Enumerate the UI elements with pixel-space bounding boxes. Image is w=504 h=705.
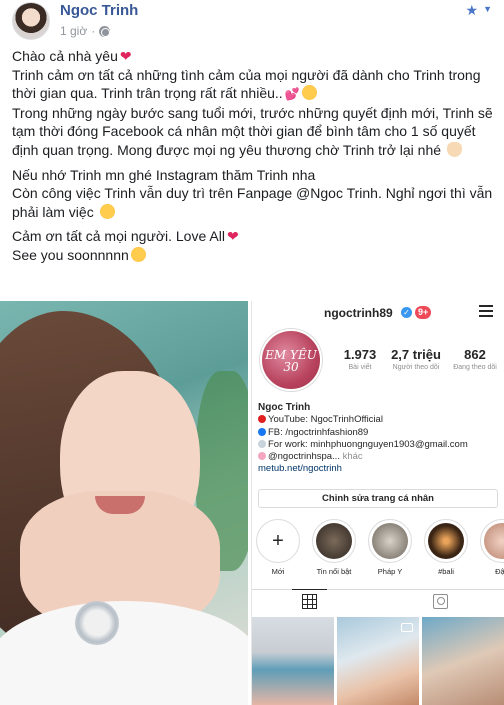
highlight-label: Đập <box>495 567 504 576</box>
bio-work-text: For work: minhphuongnguyen1903@gmail.com <box>268 438 468 450</box>
highlight-thumb <box>428 523 464 559</box>
bio-mention: @ngoctrinhspa... khác <box>258 451 503 463</box>
highlight-dep[interactable]: Đập <box>478 519 504 576</box>
post-time[interactable]: 1 giờ <box>60 24 87 38</box>
stat-posts[interactable]: 1.973 Bài viết <box>336 347 384 371</box>
paragraph-2: Nếu nhớ Trinh mn ghé Instagram thăm Trin… <box>12 166 496 222</box>
profile-tabs <box>252 589 504 615</box>
bio-youtube: YouTube: NgocTrinhOfficial <box>258 414 503 426</box>
thanks-line: Trinh cảm ơn tất cả những tình cảm của m… <box>12 66 481 102</box>
love-line: Cảm ơn tất cả mọi người. Love All <box>12 228 225 245</box>
highlight-label: #bali <box>438 567 454 576</box>
red-circle-icon <box>258 415 266 424</box>
highlight-label: Tin nổi bật <box>316 567 352 576</box>
stat-posts-count: 1.973 <box>343 347 377 362</box>
tagged-icon[interactable] <box>433 594 448 609</box>
stat-following-count: 862 <box>464 347 486 362</box>
grid-icon[interactable] <box>302 594 317 609</box>
stat-posts-label: Bài viết <box>348 364 372 371</box>
bio-mention-text[interactable]: @ngoctrinhspa... <box>268 451 340 462</box>
bio-website[interactable]: metub.net/ngoctrinh <box>258 463 503 475</box>
bio-facebook: FB: /ngoctrinhfashion89 <box>258 427 503 439</box>
highlight-phap-y[interactable]: Pháp Y <box>366 519 414 576</box>
stat-followers-count: 2,7 triệu <box>391 347 441 362</box>
active-tab-indicator <box>292 589 327 590</box>
ig-avatar-label: EM YÊU 30 <box>265 348 317 374</box>
stat-followers-label: Người theo dõi <box>392 364 440 371</box>
instagram-screenshot[interactable]: ngoctrinh89 ✓ 9+ EM YÊU 30 1.973 Bài viế… <box>251 301 504 705</box>
instagram-line: Nếu nhớ Trinh mn ghé Instagram thăm Trin… <box>12 166 316 183</box>
see-you-line: See you soonnnnn <box>12 246 129 263</box>
stat-following-label: Đang theo dõi <box>453 364 497 371</box>
announcement-line: Trong những ngày bước sang tuổi mới, trư… <box>12 104 493 158</box>
menu-icon[interactable] <box>479 305 493 317</box>
heart-emoji-icon: ❤ <box>119 48 132 64</box>
highlight-featured[interactable]: Tin nổi bật <box>310 519 358 576</box>
notification-badge[interactable]: 9+ <box>415 306 432 319</box>
author-avatar[interactable] <box>12 2 50 40</box>
bio-fb-text: FB: /ngoctrinhfashion89 <box>268 426 369 438</box>
shirt-shape <box>0 601 248 705</box>
chevron-down-icon[interactable]: ▼ <box>483 4 492 14</box>
paragraph-3: Cảm ơn tất cả mọi người. Love All ❤ See y… <box>12 227 496 264</box>
bio-more-link[interactable]: khác <box>343 451 363 462</box>
globe-icon[interactable] <box>99 25 111 37</box>
ig-profile-avatar[interactable]: EM YÊU 30 <box>260 329 322 391</box>
laughing-emoji-icon <box>99 203 115 219</box>
bio-work: For work: minhphuongnguyen1903@gmail.com <box>258 439 503 451</box>
kiss-emoji-icon <box>130 246 146 262</box>
portrait-photo[interactable] <box>0 301 248 705</box>
highlight-thumb <box>372 523 408 559</box>
plus-icon: + <box>272 530 284 552</box>
highlight-new[interactable]: + Mới <box>254 519 302 576</box>
post-meta: 1 giờ · <box>60 24 111 38</box>
ig-top-bar: ngoctrinh89 ✓ 9+ <box>252 301 504 325</box>
post-thumbnail[interactable] <box>252 617 334 705</box>
stat-followers[interactable]: 2,7 triệu Người theo dõi <box>386 347 446 371</box>
verified-icon: ✓ <box>401 307 412 318</box>
stat-following[interactable]: 862 Đang theo dõi <box>448 347 502 371</box>
white-circle-icon <box>258 439 266 448</box>
bio-name: Ngoc Trinh <box>258 402 311 413</box>
wink-kiss-emoji-icon <box>301 85 317 101</box>
dot-separator: · <box>91 24 96 38</box>
post-thumbnail[interactable] <box>337 617 419 705</box>
highlight-label: Mới <box>271 567 285 576</box>
posts-grid <box>252 617 504 705</box>
post-thumbnail[interactable] <box>422 617 504 705</box>
highlight-thumb <box>316 523 352 559</box>
blue-circle-icon <box>258 427 266 436</box>
post-header: Ngoc Trinh 1 giờ · ★ ▼ <box>10 2 500 40</box>
highlight-label: Pháp Y <box>377 567 403 576</box>
author-name[interactable]: Ngoc Trinh <box>60 2 138 19</box>
bio-youtube-text: YouTube: NgocTrinhOfficial <box>268 414 383 426</box>
star-icon[interactable]: ★ <box>465 2 478 19</box>
edit-profile-button[interactable]: Chỉnh sửa trang cá nhân <box>258 489 498 508</box>
flower-icon <box>258 452 266 461</box>
ig-username: ngoctrinh89 <box>324 306 393 320</box>
ig-bio: Ngoc Trinh YouTube: NgocTrinhOfficial FB… <box>258 402 503 476</box>
fanpage-line: Còn công việc Trinh vẫn duy trì trên Fan… <box>12 185 493 220</box>
ok-hand-emoji-icon <box>446 141 462 157</box>
post-body: Chào cả nhà yêu ❤ Trinh cảm ơn tất cả nhữ… <box>12 47 496 271</box>
story-highlights: + Mới Tin nổi bật Pháp Y #bali Đập <box>252 519 504 579</box>
heart-emoji-icon: ❤ <box>226 228 239 245</box>
video-icon <box>401 623 413 632</box>
highlight-bali[interactable]: #bali <box>422 519 470 576</box>
highlight-thumb <box>484 523 504 559</box>
two-hearts-emoji-icon: 💕 <box>284 87 300 102</box>
watch-shape <box>75 601 119 645</box>
greeting-line: Chào cả nhà yêu <box>12 48 118 64</box>
paragraph-1: Chào cả nhà yêu ❤ Trinh cảm ơn tất cả nhữ… <box>12 47 496 160</box>
